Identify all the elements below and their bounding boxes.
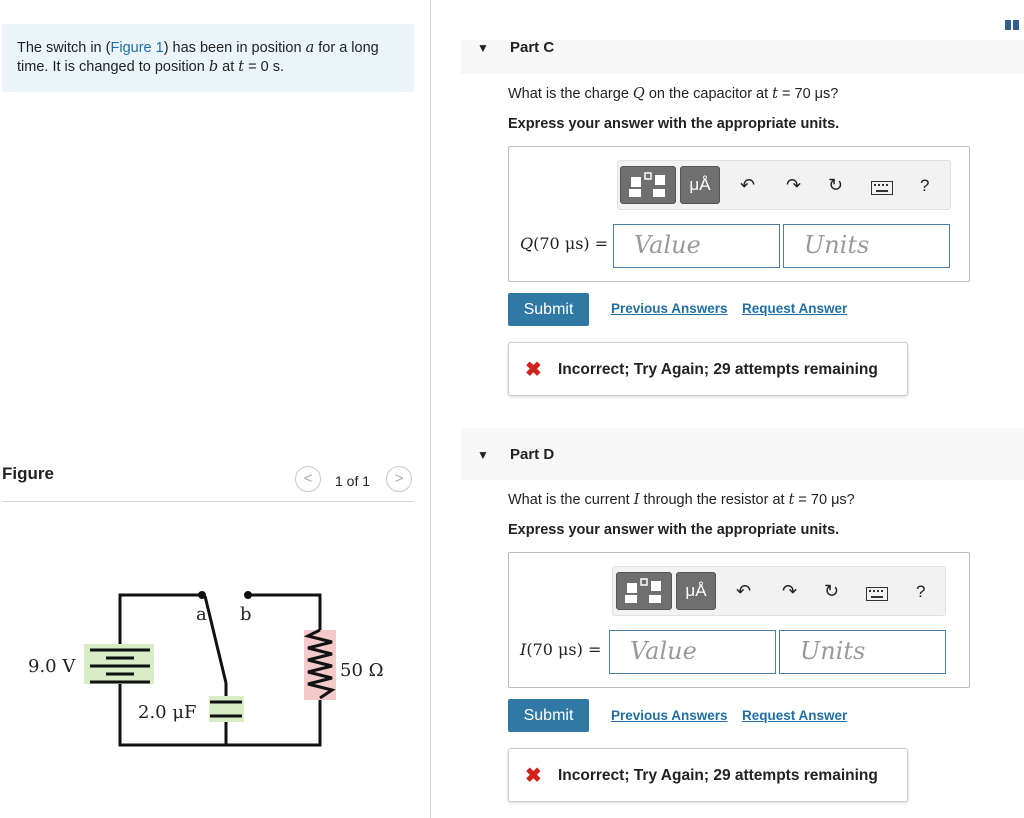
part-c-request-answer-link[interactable]: Request Answer — [742, 301, 847, 316]
part-c-value-input[interactable]: Value — [613, 224, 780, 268]
circuit-diagram: 9.0 V 2.0 μF 50 Ω a b — [28, 591, 384, 747]
part-d-title: Part D — [510, 446, 555, 463]
part-d-instruction: Express your answer with the appropriate… — [508, 522, 840, 538]
part-d-units-input[interactable]: Units — [779, 630, 946, 674]
part-c-feedback: ✖ Incorrect; Try Again; 29 attempts rema… — [508, 342, 908, 396]
keyboard-icon[interactable] — [871, 181, 893, 199]
figure-rule — [2, 501, 414, 502]
position-a: a — [305, 40, 315, 56]
undo-icon[interactable]: ↶ — [736, 581, 751, 602]
reset-icon[interactable]: ↻ — [824, 581, 839, 602]
templates-icon — [629, 172, 665, 197]
units-button[interactable]: μÅ — [676, 572, 716, 610]
part-d-value-input[interactable]: Value — [609, 630, 776, 674]
part-c-answer-label: Q(70 μs) = — [520, 234, 609, 253]
figure-link[interactable]: Figure 1 — [110, 40, 163, 56]
part-c-instruction: Express your answer with the appropriate… — [508, 116, 840, 132]
help-icon[interactable]: ? — [920, 176, 929, 196]
part-d-previous-answers-link[interactable]: Previous Answers — [611, 708, 728, 723]
figure-pager-count: 1 of 1 — [335, 473, 371, 489]
incorrect-icon: ✖ — [525, 359, 542, 381]
intro-text: The switch in ( — [17, 40, 111, 56]
undo-icon[interactable]: ↶ — [740, 175, 755, 196]
intro-text: ) has been in position — [163, 40, 306, 56]
reset-icon[interactable]: ↻ — [828, 175, 843, 196]
book-icon[interactable] — [1005, 20, 1019, 30]
part-c-question: What is the charge Q on the capacitor at… — [508, 86, 839, 102]
part-d-answer-label: I(70 μs) = — [520, 640, 602, 659]
part-c-previous-answers-link[interactable]: Previous Answers — [611, 301, 728, 316]
part-c-units-input[interactable]: Units — [783, 224, 950, 268]
figure-title: Figure — [2, 464, 54, 483]
capacitor-highlight — [209, 696, 244, 722]
part-d-request-answer-link[interactable]: Request Answer — [742, 708, 847, 723]
part-d-feedback: ✖ Incorrect; Try Again; 29 attempts rema… — [508, 748, 908, 802]
position-b: b — [208, 59, 219, 75]
voltage-label: 9.0 V — [28, 656, 76, 677]
help-icon[interactable]: ? — [916, 582, 925, 602]
templates-button[interactable] — [620, 166, 676, 204]
part-d-feedback-text: Incorrect; Try Again; 29 attempts remain… — [558, 767, 878, 784]
switch-contact-a — [198, 591, 206, 599]
problem-intro: The switch in (Figure 1) has been in pos… — [2, 24, 414, 92]
capacitance-label: 2.0 μF — [138, 702, 197, 723]
switch-label-b: b — [240, 604, 252, 625]
part-c-submit-button[interactable]: Submit — [508, 293, 589, 326]
templates-button[interactable] — [616, 572, 672, 610]
pane-divider[interactable] — [430, 0, 431, 818]
units-button[interactable]: μÅ — [680, 166, 720, 204]
templates-icon — [625, 578, 661, 603]
figure-prev-button[interactable]: < — [295, 466, 321, 492]
intro-text: at — [218, 59, 239, 75]
switch-label-a: a — [196, 604, 207, 625]
part-d-question: What is the current I through the resist… — [508, 492, 855, 508]
intro-text: = 0 s. — [244, 59, 285, 75]
keyboard-icon[interactable] — [866, 587, 888, 605]
part-c-title: Part C — [510, 39, 555, 56]
part-c-feedback-text: Incorrect; Try Again; 29 attempts remain… — [558, 361, 878, 378]
incorrect-icon: ✖ — [525, 765, 542, 787]
collapse-caret-icon[interactable]: ▼ — [477, 41, 489, 55]
switch-contact-b — [244, 591, 252, 599]
redo-icon[interactable]: ↷ — [786, 175, 801, 196]
part-d-submit-button[interactable]: Submit — [508, 699, 589, 732]
redo-icon[interactable]: ↷ — [782, 581, 797, 602]
figure-next-button[interactable]: > — [386, 466, 412, 492]
resistance-label: 50 Ω — [340, 660, 384, 681]
collapse-caret-icon[interactable]: ▼ — [477, 448, 489, 462]
